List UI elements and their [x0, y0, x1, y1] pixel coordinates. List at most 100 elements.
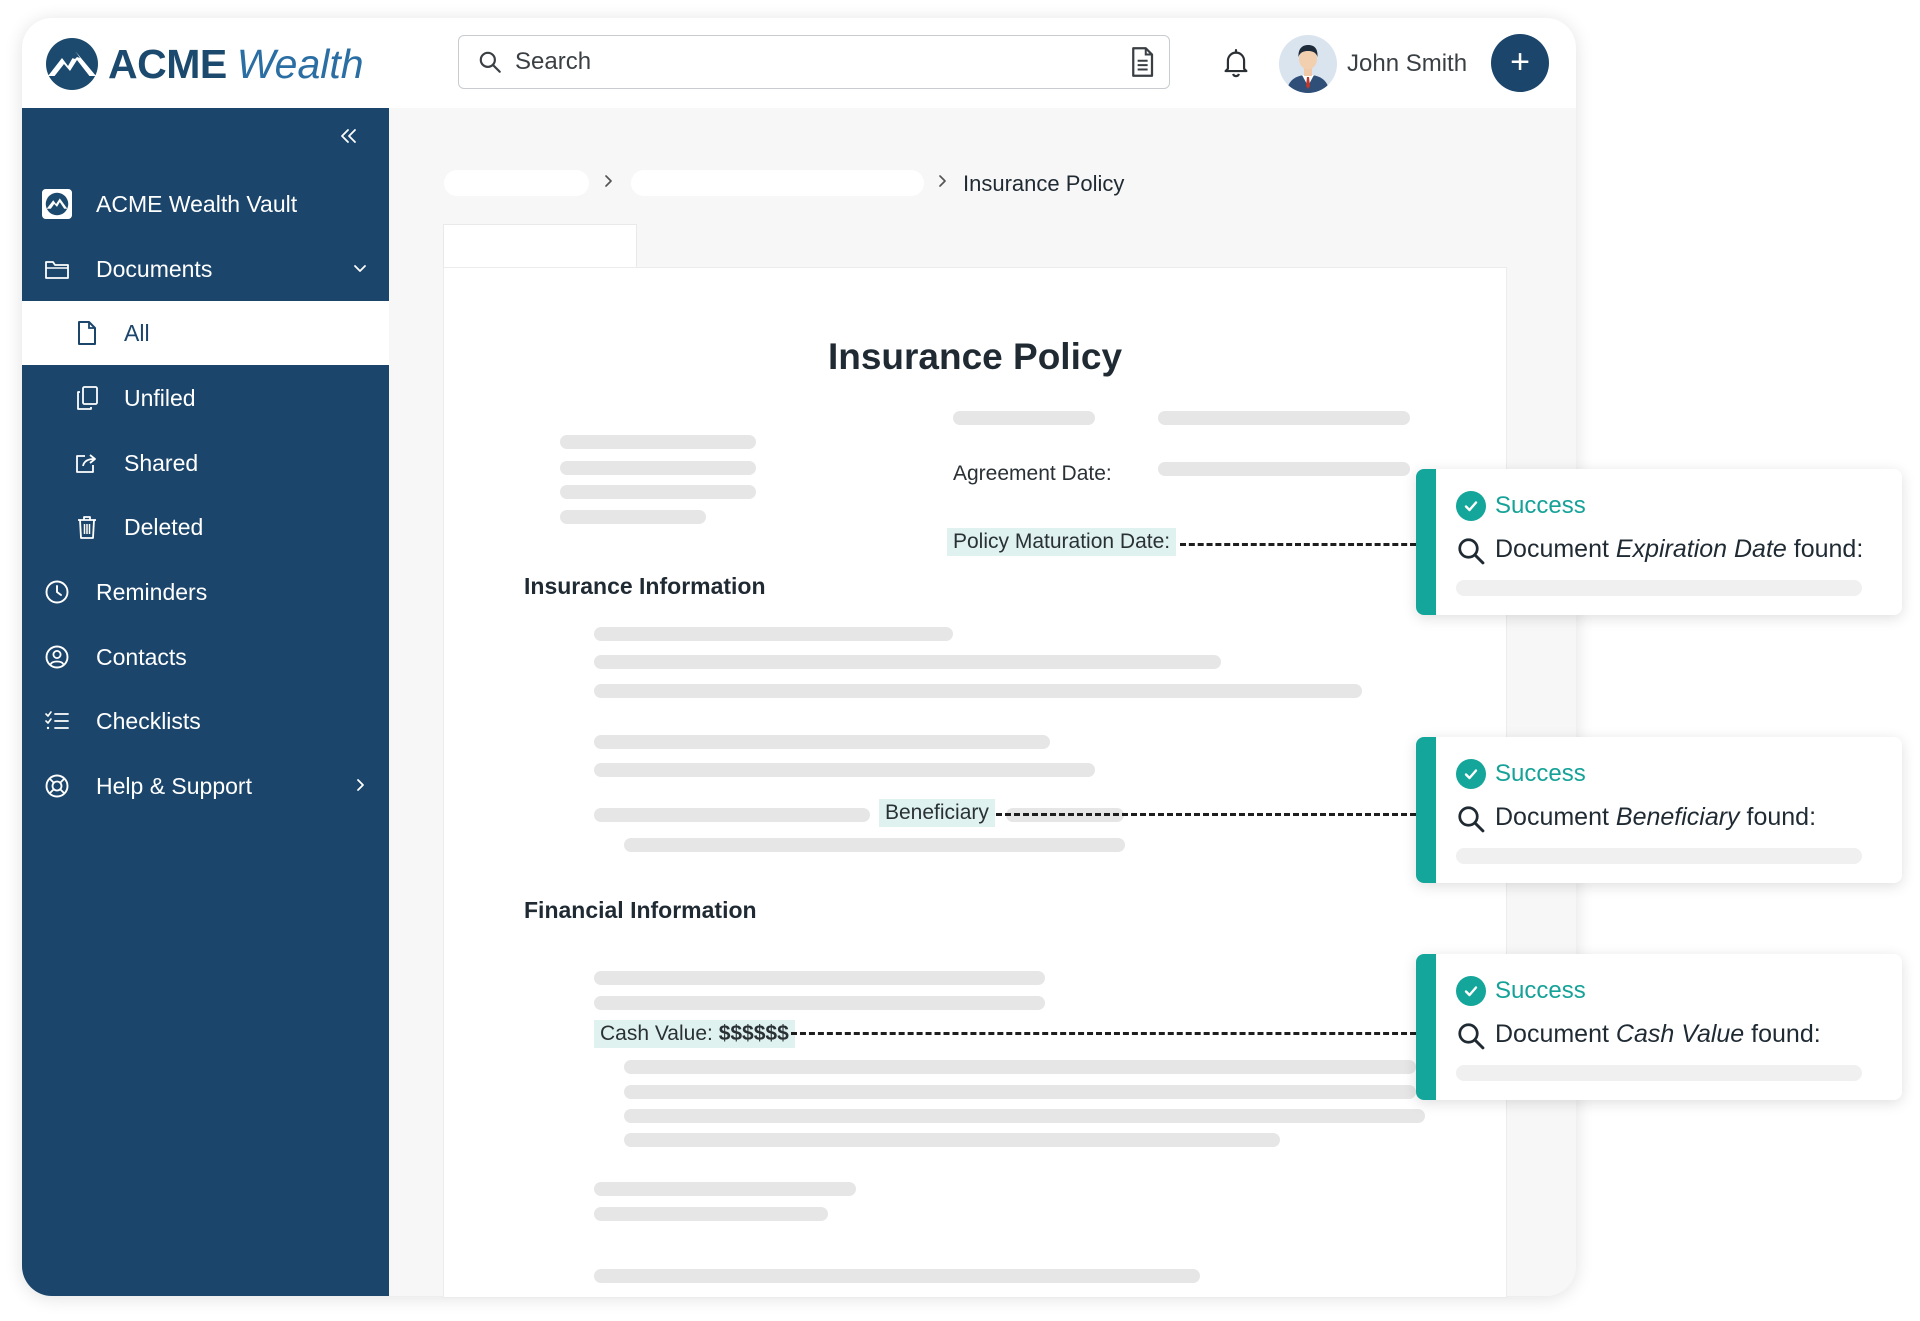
sidebar-item-label: Shared: [124, 449, 199, 476]
share-icon: [72, 448, 102, 478]
check-circle-icon: [1456, 491, 1486, 521]
sidebar: ACME Wealth Vault Documents All Unfiled …: [22, 108, 389, 1296]
success-toast-beneficiary[interactable]: Success Document Beneficiary found:: [1416, 737, 1902, 883]
toast-message-suffix: found:: [1744, 1020, 1821, 1048]
document-tab[interactable]: [443, 224, 637, 268]
sidebar-item-label: Reminders: [96, 578, 208, 605]
sidebar-item-label: All: [124, 319, 150, 346]
toast-message-suffix: found:: [1739, 803, 1817, 831]
text-placeholder: [594, 684, 1362, 698]
bell-icon[interactable]: [1222, 48, 1250, 78]
trash-icon: [72, 512, 102, 542]
toast-message-prefix: Document: [1495, 803, 1616, 831]
text-placeholder: [560, 435, 756, 449]
text-placeholder: [594, 1269, 1200, 1283]
toast-accent-bar: [1416, 737, 1436, 883]
sidebar-item-label: Checklists: [96, 707, 201, 734]
sidebar-item-label: Deleted: [124, 513, 204, 540]
success-toast-cash-value[interactable]: Success Document Cash Value found:: [1416, 954, 1902, 1100]
magnifier-icon: [1458, 806, 1485, 833]
toast-message-field: Beneficiary: [1615, 803, 1740, 831]
toast-message: Document Cash Value found:: [1495, 1020, 1821, 1049]
collapse-sidebar-icon[interactable]: [339, 126, 359, 146]
text-placeholder: [594, 1182, 856, 1196]
sidebar-item-label: ACME Wealth Vault: [96, 190, 298, 217]
user-circle-icon: [42, 642, 72, 672]
policy-maturation-date-label[interactable]: Policy Maturation Date:: [947, 528, 1177, 556]
sidebar-item-reminders[interactable]: Reminders: [22, 560, 389, 624]
file-icon: [72, 318, 102, 348]
agreement-date-label: Agreement Date:: [953, 462, 1112, 485]
breadcrumb-item-placeholder[interactable]: [444, 170, 589, 196]
avatar[interactable]: [1278, 34, 1338, 94]
sidebar-item-label: Documents: [96, 255, 213, 282]
sidebar-item-documents[interactable]: Documents: [22, 237, 389, 301]
text-placeholder: [594, 763, 1095, 777]
cash-value-amount: $$$$$$: [718, 1022, 789, 1045]
search-icon: [479, 51, 501, 73]
toast-message-field: Cash Value: [1615, 1020, 1745, 1048]
breadcrumb-current: Insurance Policy: [963, 171, 1125, 196]
text-placeholder: [560, 485, 756, 499]
text-placeholder: [594, 655, 1221, 669]
cash-value-label-text: Cash Value:: [600, 1022, 719, 1045]
user-name[interactable]: John Smith: [1347, 50, 1467, 78]
toast-message-prefix: Document: [1495, 535, 1616, 563]
checklist-icon: [42, 706, 72, 736]
logo-text-wealth: Wealth: [236, 40, 364, 87]
folder-icon: [42, 254, 72, 284]
logo-text-acme: ACME: [108, 40, 227, 87]
toast-accent-bar: [1416, 954, 1436, 1100]
text-placeholder: [594, 996, 1045, 1010]
insurance-information-heading: Insurance Information: [524, 573, 766, 599]
agreement-date-value-placeholder: [1158, 462, 1410, 476]
toast-status: Success: [1495, 977, 1586, 1004]
sidebar-item-checklists[interactable]: Checklists: [22, 689, 389, 753]
cash-value-label[interactable]: Cash Value: $$$$$$: [594, 1020, 795, 1048]
toast-status: Success: [1495, 492, 1586, 519]
sidebar-item-contacts[interactable]: Contacts: [22, 625, 389, 689]
document-search-icon[interactable]: [1129, 47, 1155, 77]
sidebar-item-deleted[interactable]: Deleted: [22, 495, 389, 559]
add-button[interactable]: +: [1491, 34, 1549, 92]
search-input[interactable]: [515, 36, 1129, 88]
magnifier-icon: [1458, 1023, 1485, 1050]
sidebar-item-unfiled[interactable]: Unfiled: [22, 366, 389, 430]
toast-message: Document Expiration Date found:: [1495, 535, 1863, 564]
app-logo[interactable]: ACME Wealth: [44, 36, 364, 92]
success-toast-expiration-date[interactable]: Success Document Expiration Date found:: [1416, 469, 1902, 615]
mountain-logo-icon: [46, 38, 98, 90]
chevron-right-icon[interactable]: [354, 777, 368, 793]
sidebar-item-shared[interactable]: Shared: [22, 431, 389, 495]
sidebar-item-label: Contacts: [96, 643, 187, 670]
toast-accent-bar: [1416, 469, 1436, 615]
check-circle-icon: [1456, 759, 1486, 789]
text-placeholder: [594, 735, 1050, 749]
text-placeholder: [624, 838, 1125, 852]
breadcrumb-separator-icon: [603, 170, 615, 196]
breadcrumb-item-placeholder[interactable]: [631, 170, 924, 196]
sidebar-item-label: Unfiled: [124, 384, 196, 411]
chevron-down-icon[interactable]: [352, 262, 368, 276]
document-title: Insurance Policy: [827, 336, 1123, 377]
toast-message-suffix: found:: [1786, 535, 1864, 563]
sidebar-item-label: Help & Support: [96, 772, 252, 799]
beneficiary-label[interactable]: Beneficiary: [879, 799, 995, 827]
sidebar-item-all[interactable]: All: [22, 301, 389, 365]
toast-message-field: Expiration Date: [1615, 535, 1787, 563]
lifebuoy-icon: [42, 771, 72, 801]
search-bar[interactable]: [458, 35, 1170, 89]
text-placeholder: [560, 461, 756, 475]
plus-icon: +: [1510, 42, 1530, 81]
sidebar-item-vault[interactable]: ACME Wealth Vault: [22, 172, 389, 236]
text-placeholder: [953, 411, 1095, 425]
toast-value-placeholder: [1456, 1065, 1862, 1081]
text-placeholder: [624, 1085, 1416, 1099]
text-placeholder: [624, 1060, 1416, 1074]
text-placeholder: [1158, 411, 1410, 425]
text-placeholder: [560, 510, 706, 524]
toast-message-prefix: Document: [1495, 1020, 1616, 1048]
sidebar-item-help-support[interactable]: Help & Support: [22, 754, 389, 818]
connector-line: [791, 1032, 1416, 1035]
clock-icon: [42, 577, 72, 607]
